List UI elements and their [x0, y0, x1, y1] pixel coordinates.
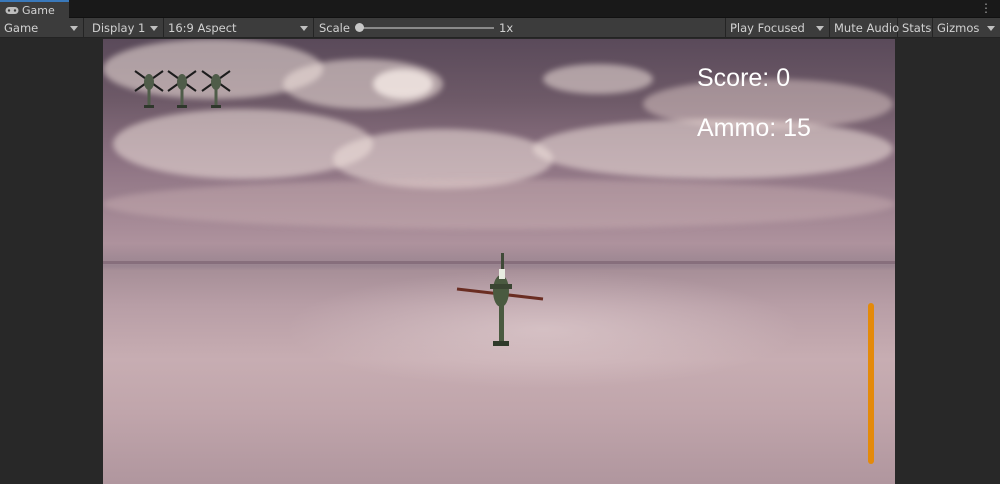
game-view[interactable]: Score: 0 Ammo: 15: [103, 39, 895, 484]
life-helicopter-icon: [134, 70, 164, 108]
scale-slider-handle[interactable]: [355, 23, 364, 32]
stats-label: Stats: [902, 21, 932, 35]
play-mode-dropdown[interactable]: Play Focused: [726, 18, 830, 38]
more-options-icon[interactable]: ⋮: [980, 1, 992, 15]
ammo-text: Ammo: 15: [697, 114, 811, 142]
display-dropdown[interactable]: Display 1: [88, 18, 164, 38]
scale-value: 1x: [499, 21, 514, 35]
player-helicopter: [456, 253, 544, 346]
mute-audio-button[interactable]: Mute Audio: [830, 18, 900, 38]
aspect-dropdown[interactable]: 16:9 Aspect: [164, 18, 314, 38]
gizmos-dropdown[interactable]: Gizmos: [933, 18, 1000, 38]
mute-audio-label: Mute Audio: [834, 21, 900, 35]
scale-label: Scale: [319, 21, 350, 35]
game-tab-label: Game: [22, 3, 55, 17]
game-toolbar: Game Display 1 16:9 Aspect Scale 1x Play…: [0, 18, 1000, 38]
life-helicopter-icon: [201, 70, 231, 108]
cloud: [103, 179, 895, 229]
game-viewport[interactable]: Score: 0 Ammo: 15: [0, 39, 1000, 484]
cloud: [113, 109, 373, 179]
life-helicopter-icon: [167, 70, 197, 108]
ammo-bar: [868, 303, 874, 464]
play-mode-label: Play Focused: [730, 21, 805, 35]
display-dropdown-label: Display 1: [92, 21, 146, 35]
mode-dropdown-label: Game: [4, 21, 39, 35]
cloud: [543, 64, 653, 94]
gizmos-label: Gizmos: [937, 21, 980, 35]
score-text: Score: 0: [697, 64, 791, 92]
gamepad-icon: [5, 6, 19, 14]
stats-button[interactable]: Stats: [898, 18, 933, 38]
cloud: [373, 69, 433, 99]
scale-slider-track[interactable]: [360, 27, 494, 29]
game-tab[interactable]: Game: [0, 0, 69, 18]
mode-dropdown[interactable]: Game: [0, 18, 84, 38]
aspect-dropdown-label: 16:9 Aspect: [168, 21, 237, 35]
window-tab-bar: Game ⋮: [0, 0, 1000, 18]
